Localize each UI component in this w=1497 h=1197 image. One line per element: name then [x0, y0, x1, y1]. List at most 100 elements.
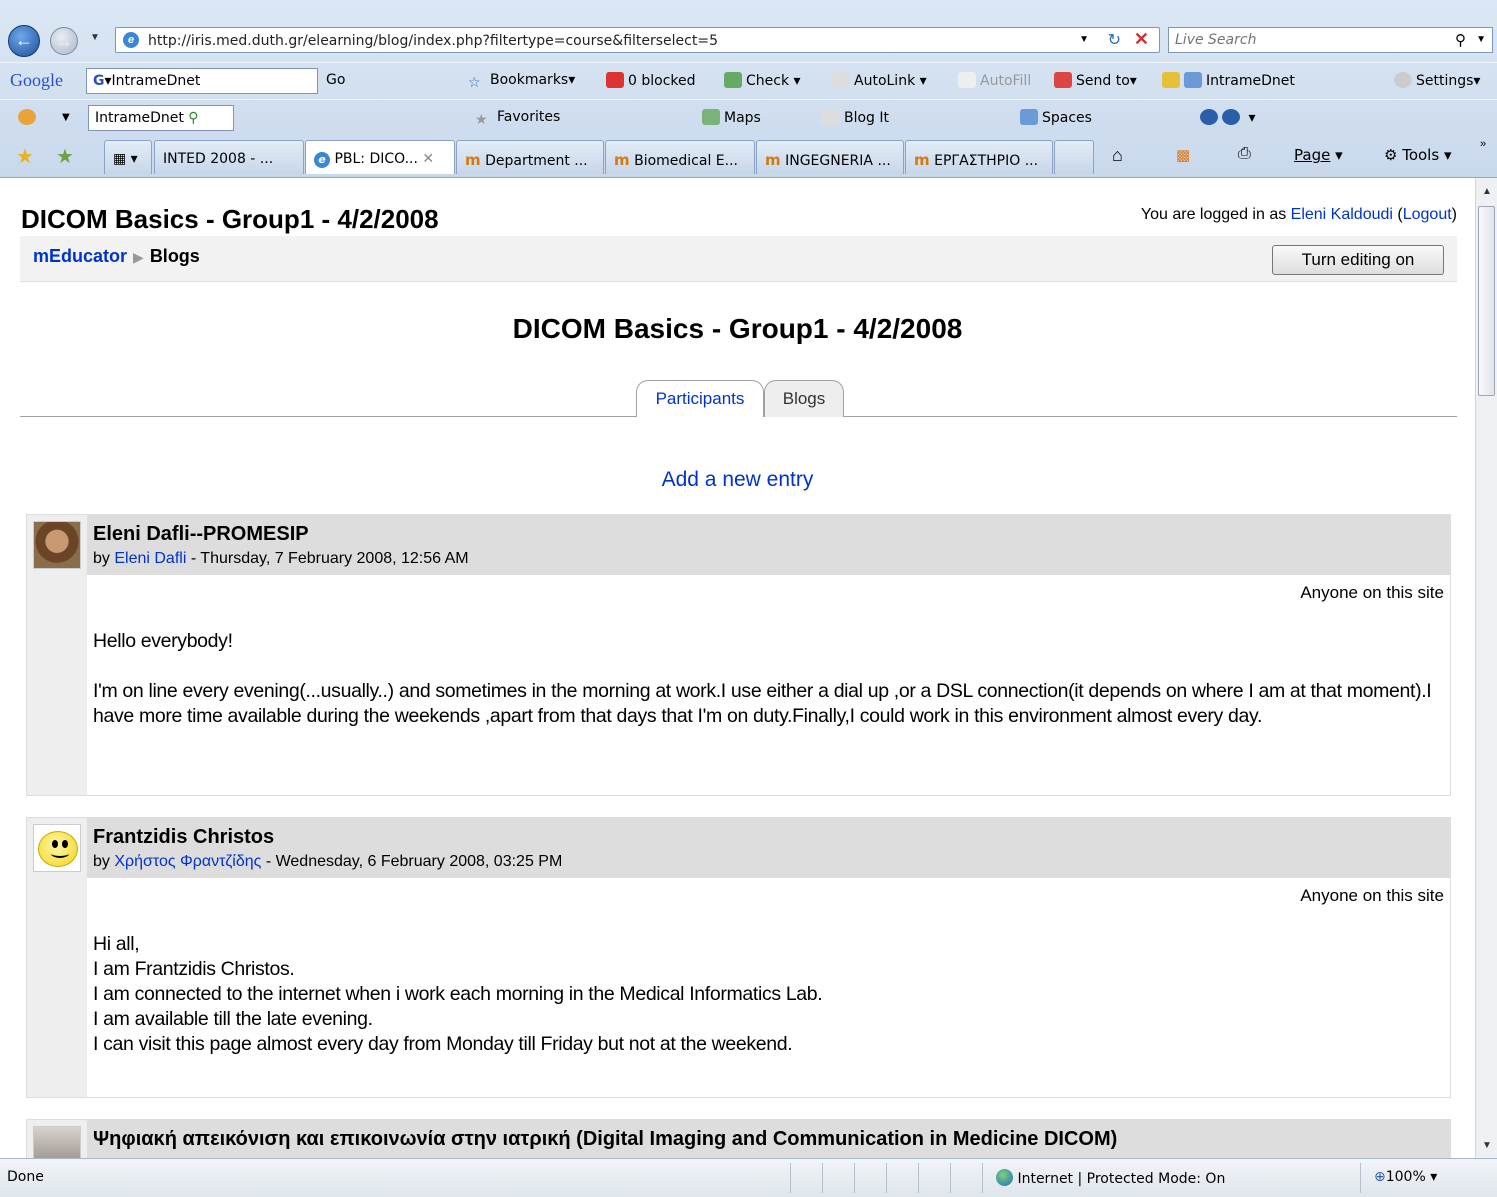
- browser-tab-label: INGEGNERIA ...: [785, 153, 891, 169]
- links-toolbar: ▼ IntrameDnet ⚲ ★ Favorites Maps Blog It …: [0, 99, 1497, 135]
- live-search-box[interactable]: ⚲ ▼: [1168, 27, 1493, 53]
- status-bar: Done Internet | Protected Mode: On ⊕100%…: [0, 1158, 1497, 1197]
- autofill-button[interactable]: AutoFill: [958, 72, 1031, 89]
- add-favorite-icon[interactable]: ★: [56, 144, 74, 169]
- page-menu[interactable]: Page ▾: [1294, 146, 1343, 164]
- google-logo: Google: [10, 70, 63, 90]
- blog-post: Eleni Dafli--PROMESIP by Eleni Dafli - T…: [26, 514, 1451, 796]
- login-info: You are logged in as Eleni Kaldoudi (Log…: [1140, 206, 1457, 223]
- spell-check-button[interactable]: Check ▾: [724, 72, 801, 89]
- popup-blocked-counter[interactable]: 0 blocked: [606, 72, 696, 89]
- post-visibility: Anyone on this site: [1300, 583, 1444, 602]
- logout-link[interactable]: Logout: [1403, 206, 1452, 223]
- favorites-menu[interactable]: ★ Favorites: [475, 109, 560, 128]
- tab-participants[interactable]: Participants: [636, 380, 764, 417]
- stop-icon[interactable]: ✕: [1134, 29, 1149, 50]
- course-title: DICOM Basics - Group1 - 4/2/2008: [512, 313, 963, 344]
- breadcrumb-home-link[interactable]: mEducator: [33, 246, 127, 266]
- close-tab-icon[interactable]: ✕: [422, 151, 434, 167]
- post-title: Ψηφιακή απεικόνιση και επικοινωνία στην …: [93, 1128, 1118, 1150]
- refresh-icon[interactable]: ↻: [1108, 30, 1121, 50]
- post-author-link[interactable]: Eleni Dafli: [114, 550, 186, 567]
- history-dropdown-icon[interactable]: ▼: [90, 32, 100, 43]
- browser-tab-strip: ★ ★ ▦ ▾ INTED 2008 - ... e PBL: DICO... …: [0, 136, 1497, 178]
- search-dropdown-icon[interactable]: ▼: [1476, 34, 1486, 45]
- post-line: I can visit this page almost every day f…: [93, 1033, 793, 1055]
- spaces-button[interactable]: Spaces: [1020, 109, 1092, 126]
- post-title: Eleni Dafli--PROMESIP: [93, 523, 309, 545]
- smiley-icon: [38, 831, 78, 867]
- browser-tab[interactable]: m Biomedical E...: [605, 140, 755, 174]
- globe-icon: [996, 1169, 1013, 1186]
- address-bar[interactable]: e http://iris.med.duth.gr/elearning/blog…: [115, 27, 1160, 53]
- browser-tab-label: PBL: DICO...: [334, 151, 418, 167]
- maps-button[interactable]: Maps: [702, 109, 761, 126]
- scrollbar-thumb[interactable]: [1478, 206, 1495, 396]
- post-header: Frantzidis Christos by Χρήστος Φραντζίδη…: [87, 818, 1450, 878]
- browser-tab-label: ΕΡΓΑΣΤΗΡΙΟ ...: [934, 153, 1039, 169]
- post-side: [27, 818, 87, 1097]
- post-body: Anyone on this site Hi all, I am Frantzi…: [87, 878, 1450, 1097]
- avatar[interactable]: [33, 521, 81, 569]
- bookmarks-menu[interactable]: ☆ Bookmarks▾: [468, 72, 575, 91]
- new-tab-button[interactable]: [1054, 140, 1094, 174]
- post-author-link[interactable]: Χρήστος Φραντζίδης: [114, 853, 261, 870]
- feeds-icon[interactable]: ▩: [1176, 146, 1190, 164]
- post-side: [27, 515, 87, 795]
- breadcrumb: mEducator ▶ Blogs: [33, 246, 200, 267]
- post-byline: by Χρήστος Φραντζίδης - Wednesday, 6 Feb…: [93, 853, 563, 870]
- post-paragraph: I'm on line every evening(...usually..) …: [93, 680, 1432, 727]
- google-toolbar: Google G▾IntrameDnet Go ☆ Bookmarks▾ 0 bl…: [0, 62, 1497, 98]
- toolbar-app-icon[interactable]: [18, 109, 40, 126]
- add-new-entry-link[interactable]: Add a new entry: [662, 468, 814, 491]
- send-to-button[interactable]: Send to▾: [1054, 72, 1137, 89]
- quick-tabs-button[interactable]: ▦ ▾: [104, 140, 152, 174]
- address-dropdown-icon[interactable]: ▼: [1079, 34, 1089, 45]
- browser-tab[interactable]: INTED 2008 - ...: [154, 140, 304, 174]
- page-icon: e: [123, 32, 139, 48]
- print-icon[interactable]: ⎙: [1238, 145, 1251, 163]
- post-content: Hello everybody! I'm on line every eveni…: [93, 629, 1440, 754]
- toolbar-dropdown-icon[interactable]: ▼: [62, 112, 70, 123]
- google-go-button[interactable]: Go: [326, 72, 345, 88]
- post-header: Eleni Dafli--PROMESIP by Eleni Dafli - T…: [87, 515, 1450, 575]
- blog-it-button[interactable]: Blog It: [822, 109, 889, 126]
- browser-tab[interactable]: m INGEGNERIA ...: [756, 140, 904, 174]
- breadcrumb-separator-icon: ▶: [133, 249, 144, 265]
- help-icon[interactable]: ▾: [1200, 109, 1255, 126]
- search-icon[interactable]: ⚲: [1455, 31, 1466, 49]
- scroll-up-icon[interactable]: ▲: [1482, 186, 1492, 197]
- tab-blogs[interactable]: Blogs: [764, 380, 844, 417]
- turn-editing-on-button[interactable]: Turn editing on: [1272, 245, 1444, 275]
- security-zone[interactable]: Internet | Protected Mode: On: [996, 1169, 1225, 1187]
- zoom-icon: ⊕: [1374, 1169, 1386, 1185]
- post-title: Frantzidis Christos: [93, 826, 275, 848]
- forward-button[interactable]: →: [50, 27, 78, 55]
- browser-tab[interactable]: m Department ...: [456, 140, 604, 174]
- address-row: ← → ▼ e http://iris.med.duth.gr/elearnin…: [0, 22, 1497, 60]
- favorites-star-icon[interactable]: ★: [16, 144, 34, 169]
- google-search-field[interactable]: G▾IntrameDnet: [86, 68, 318, 94]
- vertical-scrollbar[interactable]: ▲ ▼: [1475, 178, 1497, 1158]
- intramednet-button[interactable]: IntrameDnet: [1162, 72, 1295, 89]
- scroll-down-icon[interactable]: ▼: [1482, 1140, 1492, 1151]
- home-icon[interactable]: ⌂: [1112, 145, 1123, 166]
- post-date: - Thursday, 7 February 2008, 12:56 AM: [186, 550, 469, 567]
- back-button[interactable]: ←: [8, 25, 40, 57]
- user-profile-link[interactable]: Eleni Kaldoudi: [1291, 206, 1393, 223]
- avatar[interactable]: [33, 824, 81, 872]
- links-search-value: IntrameDnet: [95, 110, 184, 126]
- zoom-level[interactable]: ⊕100% ▾: [1374, 1169, 1437, 1185]
- chevron-more-icon[interactable]: »: [1480, 138, 1486, 150]
- tools-menu[interactable]: ⚙ Tools ▾: [1384, 146, 1451, 164]
- avatar[interactable]: [33, 1126, 81, 1158]
- autolink-button[interactable]: AutoLink ▾: [832, 72, 927, 89]
- post-byline: by Eleni Dafli - Thursday, 7 February 20…: [93, 550, 469, 567]
- browser-tab[interactable]: m ΕΡΓΑΣΤΗΡΙΟ ...: [905, 140, 1053, 174]
- live-search-input[interactable]: [1175, 29, 1435, 51]
- links-search-field[interactable]: IntrameDnet ⚲: [88, 105, 234, 131]
- browser-tab-active[interactable]: e PBL: DICO... ✕: [305, 140, 455, 174]
- browser-tab-label: INTED 2008 - ...: [163, 151, 274, 167]
- google-settings-button[interactable]: Settings▾: [1394, 72, 1480, 89]
- post-date: - Wednesday, 6 February 2008, 03:25 PM: [261, 853, 563, 870]
